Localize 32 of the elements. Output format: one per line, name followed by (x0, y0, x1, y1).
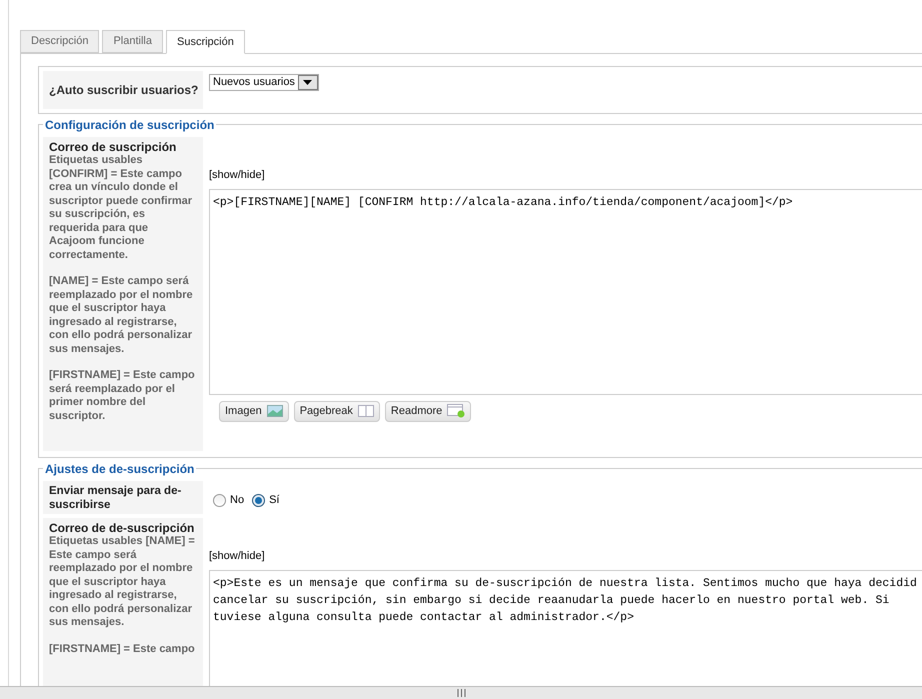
radio-button[interactable] (252, 494, 266, 507)
radio-label: No (230, 493, 244, 508)
field-label: Enviar mensaje para de-suscribirse (49, 484, 182, 512)
help-text: [NAME] = Este campo será reemplazado por el nombre que el suscriptor haya ingresado al registrarse, con ello podrá personalizar sus mensajes. (49, 275, 194, 356)
tab[interactable]: Plantilla (102, 30, 163, 53)
horizontal-scrollbar[interactable] (0, 686, 922, 699)
show-hide-link[interactable]: [show/hide] (209, 167, 265, 184)
editor-text-line: cancelar su suscripción, sin embargo si decide reaanudarla puede hacerlo en nuestro portal web. Si (213, 592, 890, 608)
tab[interactable]: Descripción (20, 30, 100, 53)
field-label: ¿Auto suscribir usuarios? (43, 71, 203, 109)
editor-button[interactable]: Readmore (384, 400, 472, 422)
help-text: Etiquetas usables [CONFIRM] = Este campo crea un vínculo donde el suscriptor puede confirmar su suscripción, es requerida para que Acajoom funcione correctamente. (49, 154, 194, 262)
page-plus-icon (447, 404, 466, 418)
scrollbar-grip-icon (456, 689, 466, 697)
field-label: Correo de de-suscripción (49, 521, 196, 535)
editor-text-line: <p>[FIRSTNAME][NAME] [CONFIRM http://alcala-azana.info/tienda/component/acajoom]</p> (213, 194, 794, 210)
radio-label: Sí (269, 493, 280, 508)
help-text: [FIRSTNAME] = Este campo (49, 642, 196, 656)
dropdown[interactable]: Nuevos usuarios (209, 74, 319, 91)
field-label: Correo de suscripción (49, 140, 178, 154)
editor-text-line: tuviese alguna consulta puede contactar al administrador.</p> (213, 610, 635, 626)
image-icon (266, 405, 283, 417)
editor-button[interactable]: Imagen (219, 400, 289, 422)
editor-button[interactable]: Pagebreak (294, 400, 380, 422)
radio-button[interactable] (213, 494, 226, 507)
message-editor[interactable]: <p>[FIRSTNAME][NAME] [CONFIRM http://alcala-azana.info/tienda/component/acajoom]</p> (209, 188, 922, 394)
help-text: Etiquetas usables [NAME] = Este campo será reemplazado por el nombre que el suscriptor haya ingresado al registrarse, con ello podrá personalizar sus mensajes. (49, 535, 196, 630)
split-page-icon (358, 405, 374, 417)
tab[interactable]: Suscripción (166, 30, 245, 54)
help-text: [FIRSTNAME] = Este campo será reemplazado por el primer nombre del suscriptor. (49, 369, 196, 423)
editor-text-line: <p>Este es un mensaje que confirma su de-suscripción de nuestra lista. Sentimos mucho que haya decidid (213, 576, 918, 592)
show-hide-link[interactable]: [show/hide] (209, 548, 265, 564)
